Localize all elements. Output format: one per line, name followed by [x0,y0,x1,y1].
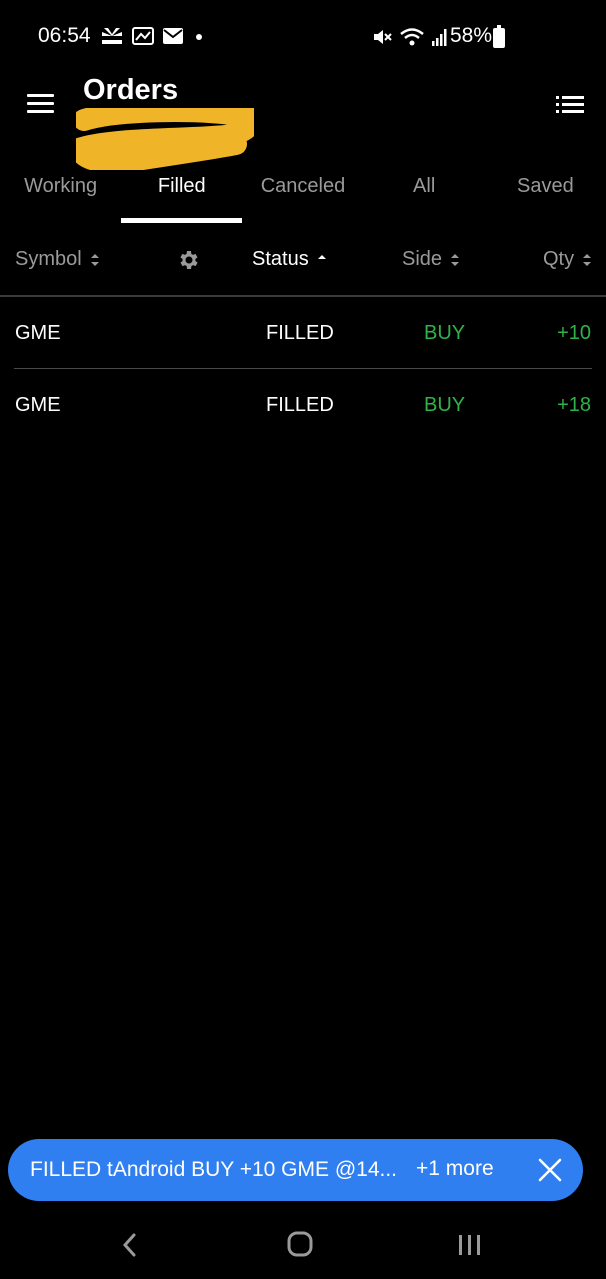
cell-qty: +18 [557,394,591,416]
recent-apps-icon[interactable] [456,1233,484,1257]
tab-canceled[interactable]: Canceled [242,172,363,224]
sort-both-icon [90,253,99,266]
list-view-icon[interactable] [556,96,584,114]
cell-side: BUY [424,322,466,344]
cell-status: FILLED [266,394,334,416]
mail-icon [163,28,183,44]
wifi-icon [400,28,424,46]
cnbc-icon [102,28,122,44]
tab-working[interactable]: Working [0,172,121,224]
tab-all[interactable]: All [364,172,485,224]
tab-filled[interactable]: Filled [121,172,242,224]
image-mail-icon [132,27,154,45]
column-label-side: Side [402,248,443,270]
status-right-icons [371,26,449,48]
column-header-side[interactable]: Side [402,248,460,271]
table-row[interactable]: GME FILLED BUY +10 [0,300,606,366]
status-time: 06:54 [38,24,91,47]
status-left-icons [100,26,206,46]
column-header-qty[interactable]: Qty [543,248,592,271]
sort-ascending-icon [317,254,326,259]
cell-symbol: GME [15,322,61,344]
mute-icon [374,30,392,44]
cell-status: FILLED [266,322,334,344]
column-header-status[interactable]: Status [252,248,327,271]
close-icon[interactable] [537,1157,563,1183]
active-tab-indicator [121,218,242,223]
redaction-scribble [76,108,254,170]
back-icon[interactable] [120,1232,140,1258]
column-label-symbol: Symbol [15,248,82,270]
tab-saved[interactable]: Saved [485,172,606,224]
page-title: Orders [83,74,179,106]
column-label-qty: Qty [543,248,575,270]
home-icon[interactable] [286,1230,314,1258]
table-row[interactable]: GME FILLED BUY +18 [0,372,606,438]
sort-both-icon [451,253,460,266]
column-header-symbol[interactable]: Symbol [15,248,100,271]
battery-percent: 58% [450,24,493,47]
toast-message: FILLED tAndroid BUY +10 GME @14... [30,1158,398,1181]
order-tabs: Working Filled Canceled All Saved [0,172,606,224]
cell-symbol: GME [15,394,61,416]
column-label-status: Status [252,248,309,270]
order-notification-toast[interactable]: FILLED tAndroid BUY +10 GME @14... +1 mo… [8,1139,583,1201]
dot-icon [196,34,202,40]
signal-icon [432,29,447,46]
row-divider [14,368,592,369]
toast-more-link[interactable]: +1 more [416,1157,494,1181]
hamburger-menu-icon[interactable] [27,94,54,114]
sort-both-icon [583,253,592,266]
cell-side: BUY [424,394,466,416]
gear-icon[interactable] [176,248,200,272]
cell-qty: +10 [557,322,591,344]
battery-icon [493,25,505,48]
header-divider [0,295,606,297]
